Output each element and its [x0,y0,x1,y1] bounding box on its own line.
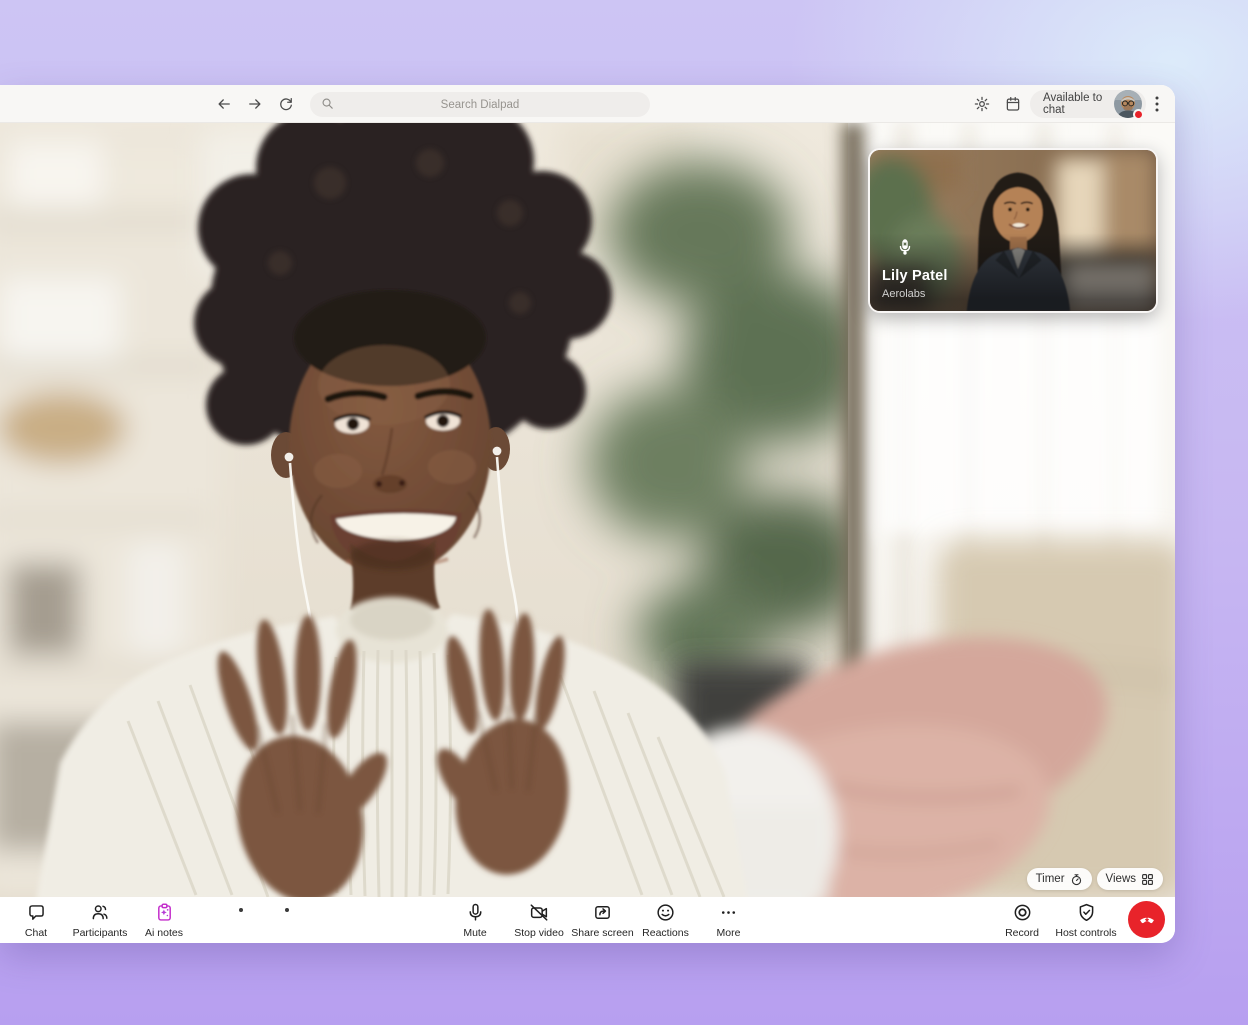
calendar-button[interactable] [1004,95,1022,113]
refresh-button[interactable] [277,95,295,113]
views-label: Views [1106,873,1136,885]
end-call-icon [1136,909,1158,931]
back-icon [215,95,233,113]
stop-video-label: Stop video [514,927,564,939]
calendar-icon [1004,95,1022,113]
user-avatar[interactable] [1114,90,1142,118]
share-screen-label: Share screen [571,927,633,939]
app-top-bar: Available to chat [0,85,1175,123]
end-call-button[interactable] [1128,901,1165,938]
chat-label: Chat [25,927,47,939]
mute-mic-icon [465,902,486,923]
record-button[interactable]: Record [994,900,1050,940]
overflow-menu-icon [1150,94,1164,114]
more-dots-icon [718,902,739,923]
host-controls-button[interactable]: Host controls [1050,900,1122,940]
timer-stopwatch-icon [1070,873,1083,886]
timer-pill[interactable]: Timer [1027,868,1092,890]
reactions-label: Reactions [642,927,689,939]
ai-notes-label: Ai notes [145,927,183,939]
desktop-background: Available to chat [0,0,1248,1025]
refresh-icon [277,95,295,113]
toolbar-separator-dot [239,908,243,912]
toolbar-separator-dot [285,908,289,912]
chat-icon [26,902,47,923]
stop-video-icon [528,902,550,923]
share-screen-button[interactable]: Share screen [571,900,634,940]
reactions-button[interactable]: Reactions [634,900,697,940]
forward-button[interactable] [246,95,264,113]
presence-dot [1133,109,1144,120]
mute-label: Mute [463,927,486,939]
share-screen-icon [592,902,613,923]
participants-button[interactable]: Participants [61,900,139,940]
pip-participant-company: Aerolabs [882,288,925,300]
more-label: More [717,927,741,939]
ai-notes-button[interactable]: Ai notes [139,900,189,940]
reactions-smiley-icon [655,902,676,923]
host-controls-label: Host controls [1055,927,1116,939]
pip-participant-tile[interactable]: Lily Patel Aerolabs [868,148,1158,313]
forward-icon [246,95,264,113]
settings-gear-icon [973,95,991,113]
participants-icon [89,902,111,923]
dialpad-app-window: Available to chat [0,85,1175,943]
call-controls-toolbar: Chat Participants [0,897,1175,943]
pip-overflow-button[interactable] [912,238,930,256]
more-button[interactable]: More [697,900,760,940]
mute-button[interactable]: Mute [443,900,507,940]
video-overlay-pills: Timer Views [1027,868,1163,890]
stop-video-button[interactable]: Stop video [507,900,571,940]
record-icon [1012,902,1033,923]
host-controls-shield-icon [1076,902,1097,923]
record-label: Record [1005,927,1039,939]
ai-notes-icon [154,902,175,923]
search-input[interactable] [310,92,650,117]
pip-participant-name: Lily Patel [882,268,948,284]
views-grid-icon [1141,873,1154,886]
views-pill[interactable]: Views [1097,868,1163,890]
timer-label: Timer [1036,873,1065,885]
chat-button[interactable]: Chat [11,900,61,940]
pip-overflow-icon [880,238,930,256]
participants-label: Participants [73,927,128,939]
settings-button[interactable] [973,95,991,113]
main-video-feed: Lily Patel Aerolabs Timer Views [0,123,1175,897]
top-overflow-menu-button[interactable] [1150,94,1164,114]
back-button[interactable] [215,95,233,113]
